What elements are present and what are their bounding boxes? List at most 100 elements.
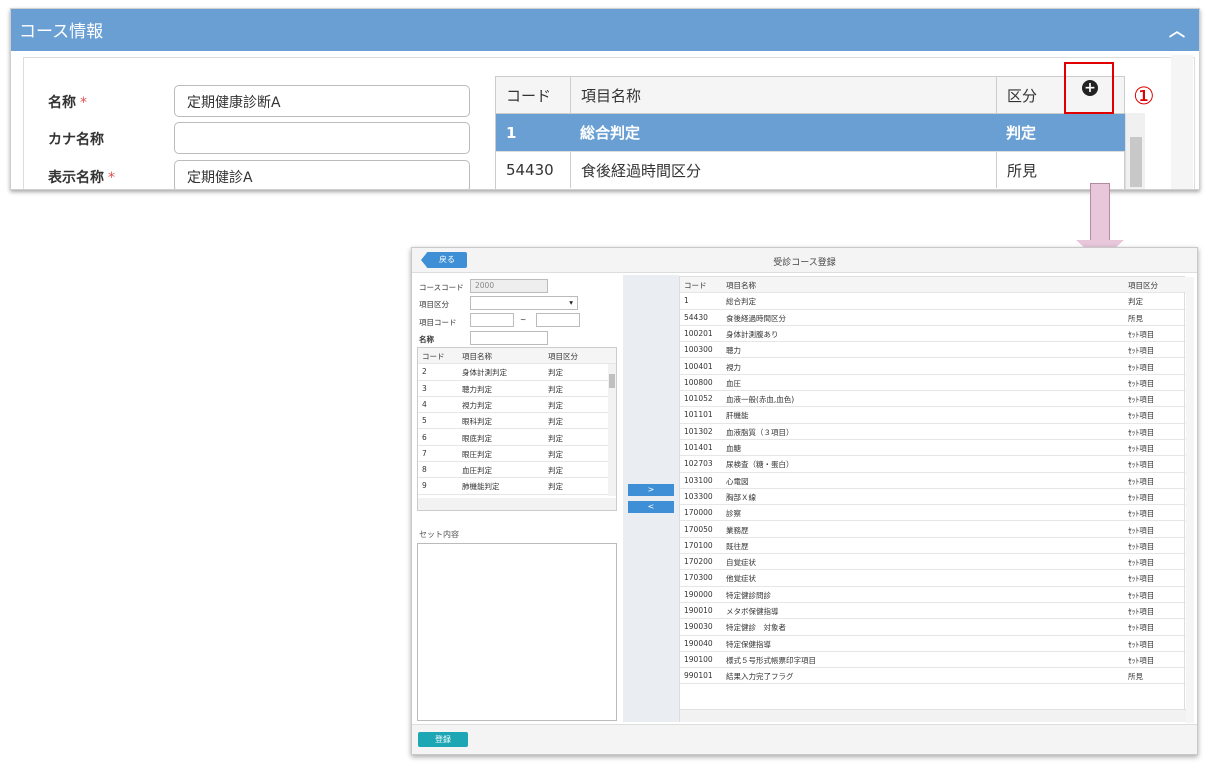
dialog-footer: 登録 — [412, 724, 1197, 754]
table-row[interactable]: 100300 聴力 ｾｯﾄ項目 — [680, 342, 1186, 359]
table-row[interactable]: 101052 血液一般(赤血,血色) ｾｯﾄ項目 — [680, 391, 1186, 408]
row-item-name: 様式５号形式帳票印字項目 — [726, 655, 816, 665]
table-row[interactable]: 5 眼科判定 判定 — [418, 413, 608, 430]
row-type: ｾｯﾄ項目 — [1128, 655, 1155, 665]
table-row[interactable]: 54430 食後経過時間区分 所見 — [680, 310, 1186, 326]
callout-number: ① — [1133, 82, 1155, 110]
horizontal-scrollbar[interactable] — [418, 498, 616, 510]
table-row[interactable]: 2 身体計測判定 判定 — [418, 364, 608, 381]
row-code: 170200 — [684, 557, 713, 567]
table-row[interactable]: 103100 心電図 ｾｯﾄ項目 — [680, 473, 1186, 489]
course-info-header[interactable]: コース情報 ︿ — [11, 9, 1199, 51]
row-type: ｾｯﾄ項目 — [1128, 427, 1155, 437]
header-cell: 項目区分 — [1128, 281, 1158, 290]
table-row[interactable]: 3 聴力判定 判定 — [418, 381, 608, 397]
row-item-name: 血圧判定 — [462, 466, 492, 476]
table-row[interactable]: 170050 業務歴 ｾｯﾄ項目 — [680, 522, 1186, 538]
row-type: 判定 — [548, 466, 563, 476]
add-item-button[interactable]: > — [628, 484, 674, 496]
table-row[interactable]: 170100 既往歴 ｾｯﾄ項目 — [680, 538, 1186, 555]
table-row[interactable]: 101401 血糖 ｾｯﾄ項目 — [680, 440, 1186, 457]
header-cell: 項目名称 — [726, 281, 756, 290]
table-row[interactable]: 190010 メタボ保健指導 ｾｯﾄ項目 — [680, 603, 1186, 620]
table-scrollbar[interactable] — [1125, 113, 1145, 189]
plus-circle-icon[interactable]: + — [1082, 80, 1098, 96]
set-contents-area[interactable] — [417, 543, 617, 721]
required-mark: * — [80, 95, 87, 111]
collapse-icon[interactable]: ︿ — [1169, 17, 1185, 41]
table-row[interactable]: 102703 尿検査（糖・蛋白） ｾｯﾄ項目 — [680, 456, 1186, 473]
table-row[interactable]: 100201 身体計測腹あり ｾｯﾄ項目 — [680, 326, 1186, 343]
table-row[interactable]: 190030 特定健診 対象者 ｾｯﾄ項目 — [680, 619, 1186, 636]
row-code: 170000 — [684, 508, 713, 518]
row-item-name: 結果入力完了フラグ — [726, 672, 794, 682]
dialog-title: 受診コース登録 — [773, 258, 836, 268]
row-type: ｾｯﾄ項目 — [1128, 346, 1155, 356]
table-row[interactable]: 190000 特定健診問診 ｾｯﾄ項目 — [680, 587, 1186, 603]
table-row[interactable]: 190100 様式５号形式帳票印字項目 ｾｯﾄ項目 — [680, 652, 1186, 669]
item-code-label: 項目コード — [419, 318, 457, 327]
row-code: 1 — [684, 296, 689, 306]
name-search-field[interactable] — [470, 331, 548, 345]
row-item-name: 眼科判定 — [462, 417, 492, 427]
row-type: ｾｯﾄ項目 — [1128, 378, 1155, 388]
table-scrollbar[interactable] — [608, 364, 616, 496]
row-type: 判定 — [1006, 124, 1037, 142]
item-code-to-field[interactable] — [536, 313, 580, 327]
table-row[interactable]: 170000 診察 ｾｯﾄ項目 — [680, 505, 1186, 522]
scroll-thumb[interactable] — [609, 374, 615, 388]
row-item-name: 診察 — [726, 509, 741, 519]
table-row[interactable]: 8 血圧判定 判定 — [418, 462, 608, 479]
row-type: ｾｯﾄ項目 — [1128, 607, 1155, 616]
row-item-name: メタボ保健指導 — [726, 607, 779, 616]
remove-item-button[interactable]: < — [628, 501, 674, 513]
course-code-label: コースコード — [419, 283, 464, 292]
row-item-name: 血液一般(赤血,血色) — [726, 395, 795, 405]
row-item-name: 視力判定 — [462, 400, 492, 410]
kana-field[interactable] — [174, 122, 470, 154]
item-type-select[interactable]: ▾ — [470, 296, 578, 310]
row-code: 54430 — [506, 161, 554, 179]
row-item-name: 血糖 — [726, 444, 741, 453]
table-row[interactable]: 170300 他覚症状 ｾｯﾄ項目 — [680, 570, 1186, 587]
row-item-name: 尿検査（糖・蛋白） — [726, 460, 794, 470]
table-row[interactable]: 101302 血液脂質（３項目） ｾｯﾄ項目 — [680, 424, 1186, 440]
horizontal-scrollbar[interactable] — [680, 709, 1186, 722]
row-code: 7 — [422, 448, 427, 458]
item-code-from-field[interactable] — [470, 313, 514, 327]
name-field[interactable]: 定期健康診断A — [174, 85, 470, 117]
table-row[interactable]: 9 肺機能判定 判定 — [418, 478, 608, 495]
table-row[interactable]: 4 視力判定 判定 — [418, 397, 608, 414]
display-name-field[interactable]: 定期健診A — [174, 160, 470, 189]
table-row[interactable]: 170200 自覚症状 ｾｯﾄ項目 — [680, 554, 1186, 571]
table-row[interactable]: 100401 視力 ｾｯﾄ項目 — [680, 359, 1186, 375]
name-label: 名称 — [419, 335, 434, 344]
row-code: 3 — [422, 383, 427, 393]
row-code: 103100 — [684, 475, 713, 485]
row-item-name: 特定保健指導 — [726, 639, 771, 649]
row-type: ｾｯﾄ項目 — [1128, 362, 1155, 372]
table-row[interactable]: 101101 肝機能 ｾｯﾄ項目 — [680, 407, 1186, 424]
row-item-name: 聴力 — [726, 346, 741, 356]
table-row[interactable]: 100800 血圧 ｾｯﾄ項目 — [680, 375, 1186, 392]
table-row[interactable]: 103300 胸部Ｘ線 ｾｯﾄ項目 — [680, 489, 1186, 506]
selected-items-scrollbar[interactable] — [1186, 277, 1194, 723]
table-header: コード 項目名称 区分 — [496, 77, 1124, 114]
row-item-name: 他覚症状 — [726, 574, 756, 584]
table-row[interactable]: 190040 特定保健指導 ｾｯﾄ項目 — [680, 636, 1186, 652]
set-contents-label: セット内容 — [419, 530, 459, 539]
register-button[interactable]: 登録 — [418, 732, 468, 747]
row-code: 170100 — [684, 540, 713, 550]
table-row[interactable]: 1 総合判定 判定 — [496, 114, 1126, 151]
table-row[interactable]: 7 眼圧判定 判定 — [418, 446, 608, 463]
panel-scrollbar[interactable] — [1171, 55, 1193, 189]
row-type: 判定 — [548, 433, 563, 443]
row-type: ｾｯﾄ項目 — [1128, 460, 1155, 470]
table-row[interactable]: 54430 食後経過時間区分 所見 — [496, 151, 1124, 188]
required-mark: * — [108, 170, 115, 186]
scroll-thumb[interactable] — [1130, 137, 1142, 187]
row-item-name: 肝機能 — [726, 411, 749, 421]
table-row[interactable]: 6 眼底判定 判定 — [418, 430, 608, 446]
table-row[interactable]: 1 総合判定 判定 — [680, 293, 1186, 310]
table-row[interactable]: 990101 結果入力完了フラグ 所見 — [680, 668, 1186, 685]
